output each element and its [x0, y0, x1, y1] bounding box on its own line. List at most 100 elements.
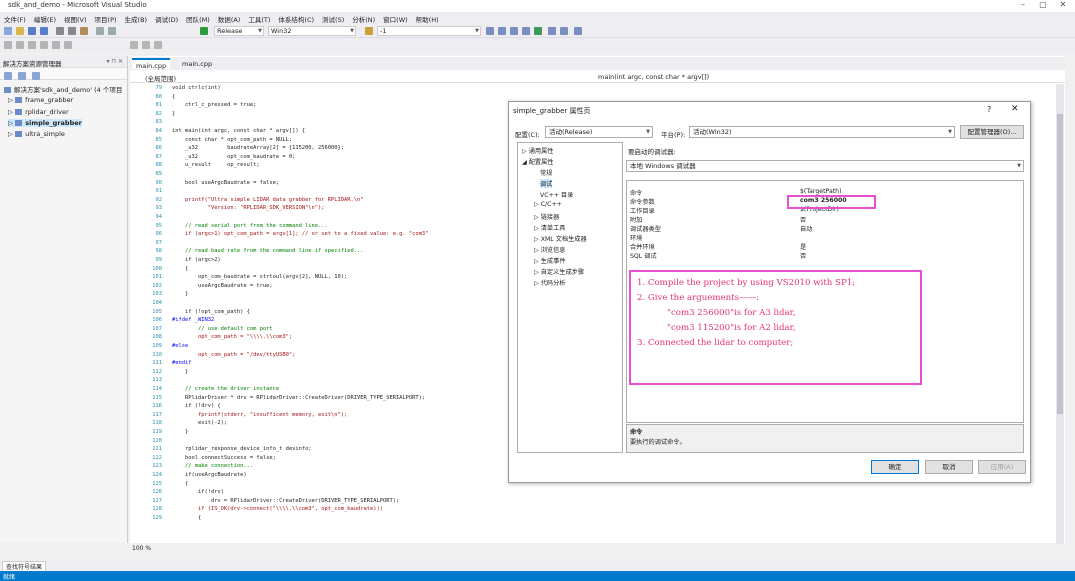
menu-team[interactable]: 团队(M): [182, 12, 214, 24]
tree-project-frame-grabber[interactable]: ▷ frame_grabber: [8, 96, 73, 104]
bookmark-icon[interactable]: [64, 41, 72, 49]
menu-project[interactable]: 项目(P): [91, 12, 121, 24]
menu-tools[interactable]: 工具(T): [244, 12, 274, 24]
properties-icon[interactable]: [4, 72, 12, 80]
find-in-files-icon[interactable]: [365, 27, 373, 35]
window-icon[interactable]: [560, 27, 568, 35]
member-dropdown[interactable]: main(int argc, const char * argv[]): [598, 73, 709, 81]
apply-button[interactable]: 应用(A): [978, 460, 1026, 474]
cut-icon[interactable]: [56, 27, 64, 35]
extension-icon[interactable]: [534, 27, 542, 35]
indent-icon[interactable]: [40, 41, 48, 49]
start-page-icon[interactable]: [548, 27, 556, 35]
expand-icon[interactable]: ▷: [8, 119, 15, 127]
menu-window[interactable]: 窗口(W): [379, 12, 412, 24]
tab-main-cpp-active[interactable]: main.cpp: [132, 58, 171, 70]
config-manager-button[interactable]: 配置管理器(O)...: [960, 125, 1024, 139]
platform-select[interactable]: 活动(Win32) ▼: [689, 126, 955, 138]
tree-general[interactable]: 常规: [540, 168, 552, 177]
tree-vc-directories[interactable]: VC++ 目录: [540, 190, 573, 199]
tree-custom-build[interactable]: ▷ 自定义生成步骤: [534, 267, 584, 276]
zoom-level[interactable]: 100 %: [132, 545, 151, 552]
debugger-select[interactable]: 本地 Windows 调试器 ▼: [626, 160, 1024, 172]
scope-dropdown[interactable]: (全局范围): [145, 73, 176, 83]
code-text: ctrl_c_pressed = true;: [172, 102, 257, 109]
vertical-scrollbar[interactable]: [1056, 84, 1064, 544]
menu-file[interactable]: 文件(F): [0, 12, 30, 24]
prop-row[interactable]: 合并环境 是: [627, 242, 1023, 251]
tree-browse-info[interactable]: ▷ 浏览信息: [534, 245, 565, 254]
uncomment-icon[interactable]: [28, 41, 36, 49]
tree-manifest-tool[interactable]: ▷ 清单工具: [534, 223, 565, 232]
save-all-icon[interactable]: [40, 27, 48, 35]
tree-debugging[interactable]: 调试: [540, 179, 553, 188]
clear-bookmarks-icon[interactable]: [154, 41, 162, 49]
tree-xml-doc[interactable]: ▷ XML 文档生成器: [534, 234, 587, 243]
menu-view[interactable]: 视图(V): [60, 12, 91, 24]
prop-row[interactable]: SQL 调试 否: [627, 251, 1023, 260]
code-line: 115 RPlidarDriver * drv = RPlidarDriver:…: [130, 394, 425, 403]
menu-debug[interactable]: 调试(D): [151, 12, 182, 24]
tree-project-ultra-simple[interactable]: ▷ ultra_simple: [8, 130, 65, 138]
tab-main-cpp[interactable]: main.cpp: [178, 58, 216, 69]
close-icon[interactable]: ✕: [1011, 104, 1019, 114]
refresh-icon[interactable]: [32, 72, 40, 80]
new-project-icon[interactable]: [4, 27, 12, 35]
close-icon[interactable]: ✕: [1055, 0, 1071, 9]
tree-c-cpp[interactable]: ▷ C/C++: [534, 201, 562, 208]
redo-icon[interactable]: [108, 27, 116, 35]
menu-help[interactable]: 帮助(H): [412, 12, 443, 24]
code-view[interactable]: 79 void ctrlc(int) 80 {81 ctrl_c_pressed = …: [130, 84, 510, 544]
tree-project-rplidar-driver[interactable]: ▷ rplidar_driver: [8, 108, 69, 116]
pin-icon[interactable]: ▾ ⊓ ✕: [106, 58, 123, 65]
start-debug-icon[interactable]: [200, 27, 208, 35]
tree-build-events[interactable]: ▷ 生成事件: [534, 256, 565, 265]
minimize-icon[interactable]: –: [1015, 0, 1031, 9]
help-icon[interactable]: ?: [987, 105, 991, 114]
maximize-icon[interactable]: ▢: [1035, 0, 1051, 9]
outdent-icon[interactable]: [52, 41, 60, 49]
show-all-files-icon[interactable]: [18, 72, 26, 80]
tree-linker[interactable]: ▷ 链接器: [534, 212, 559, 221]
prop-row[interactable]: 附加 否: [627, 215, 1023, 224]
undo-icon[interactable]: [96, 27, 104, 35]
solution-explorer-icon[interactable]: [486, 27, 494, 35]
paste-icon[interactable]: [80, 27, 88, 35]
options-icon[interactable]: [574, 27, 582, 35]
expand-icon[interactable]: ▷: [8, 130, 15, 138]
tree-solution[interactable]: 解决方案'sdk_and_demo' (4 个项目: [4, 84, 122, 94]
next-bookmark-icon[interactable]: [142, 41, 150, 49]
tree-project-simple-grabber[interactable]: ▷ simple_grabber: [8, 119, 82, 127]
expand-icon[interactable]: ▷: [8, 108, 15, 116]
toolbox-icon[interactable]: [522, 27, 530, 35]
menu-test[interactable]: 测试(S): [318, 12, 348, 24]
toggle-icon[interactable]: [4, 41, 12, 49]
menu-architecture[interactable]: 体系结构(C): [274, 12, 318, 24]
config-select[interactable]: 活动(Release) ▼: [545, 126, 653, 138]
solution-platform-select[interactable]: Win32 ▼: [268, 26, 356, 36]
scrollbar-thumb[interactable]: [1057, 114, 1063, 414]
tree-config-properties[interactable]: ◢ 配置属性: [522, 157, 553, 166]
cancel-button[interactable]: 取消: [925, 460, 973, 474]
expand-icon[interactable]: ▷: [8, 96, 15, 104]
tree-common-properties[interactable]: ▷ 通用属性: [522, 146, 553, 155]
solution-config-select[interactable]: Release ▼: [214, 26, 264, 36]
prop-row[interactable]: 环境: [627, 233, 1023, 242]
properties-icon[interactable]: [498, 27, 506, 35]
code-text: drv = RPlidarDriver::CreateDriver(DRIVER…: [172, 497, 400, 504]
menu-build[interactable]: 生成(B): [121, 12, 152, 24]
object-browser-icon[interactable]: [510, 27, 518, 35]
find-combo[interactable]: -1 ▼: [377, 26, 481, 36]
ok-button[interactable]: 确定: [871, 460, 919, 474]
prop-row[interactable]: 调试器类型 自动: [627, 224, 1023, 233]
find-value: -1: [380, 27, 387, 35]
comment-icon[interactable]: [16, 41, 24, 49]
save-icon[interactable]: [28, 27, 36, 35]
prev-bookmark-icon[interactable]: [130, 41, 138, 49]
menu-data[interactable]: 数据(A): [214, 12, 245, 24]
tree-code-analysis[interactable]: ▷ 代码分析: [534, 278, 565, 287]
menu-edit[interactable]: 编辑(E): [30, 12, 60, 24]
menu-analyze[interactable]: 分析(N): [348, 12, 379, 24]
open-icon[interactable]: [16, 27, 24, 35]
copy-icon[interactable]: [68, 27, 76, 35]
